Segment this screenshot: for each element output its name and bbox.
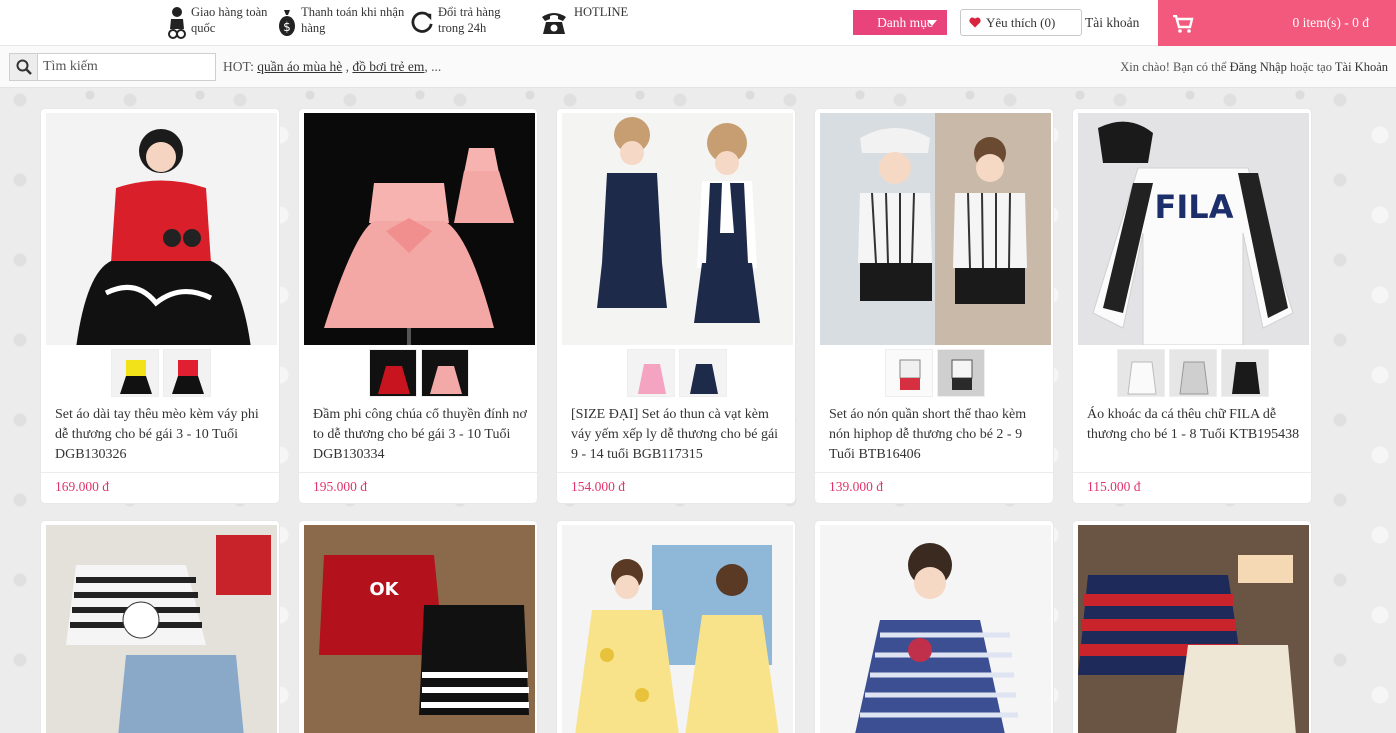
- product-thumbnail[interactable]: [937, 349, 985, 397]
- product-card[interactable]: [SIZE ĐẠI] Set áo thun cà vạt kèm váy yế…: [556, 108, 796, 504]
- wishlist-label: Yêu thích (0): [986, 15, 1056, 30]
- search-box: [9, 53, 216, 81]
- product-image[interactable]: [46, 525, 277, 733]
- product-thumbnails: [557, 349, 795, 399]
- product-card[interactable]: Đầm phi công chúa cổ thuyền đính nơ to d…: [298, 108, 538, 504]
- product-thumbnails: [1073, 349, 1311, 399]
- product-card[interactable]: [556, 520, 796, 733]
- product-image[interactable]: OK: [304, 525, 535, 733]
- product-title[interactable]: Áo khoác da cá thêu chữ FILA dễ thương c…: [1087, 405, 1301, 469]
- greeting: Xin chào! Bạn có thể Đăng Nhập hoặc tạo …: [1120, 60, 1388, 75]
- product-title[interactable]: [SIZE ĐẠI] Set áo thun cà vạt kèm váy yế…: [571, 405, 785, 469]
- product-thumbnail[interactable]: [885, 349, 933, 397]
- card-divider: [815, 472, 1053, 473]
- product-title[interactable]: Set áo dài tay thêu mèo kèm váy phi dễ t…: [55, 405, 269, 469]
- svg-text:$: $: [283, 20, 291, 34]
- category-menu-button[interactable]: Danh mục: [853, 10, 947, 35]
- account-link[interactable]: Tài khoản: [1085, 15, 1139, 31]
- card-divider: [41, 472, 279, 473]
- top-header: Giao hàng toàn quốc $ Thanh toán khi nhậ…: [0, 0, 1396, 46]
- product-title[interactable]: Đầm phi công chúa cổ thuyền đính nơ to d…: [313, 405, 527, 469]
- product-thumbnail[interactable]: [369, 349, 417, 397]
- hotline-label: HOTLINE: [574, 5, 629, 19]
- money-bag-icon: $: [276, 4, 297, 40]
- svg-text:OK: OK: [369, 579, 399, 600]
- search-icon[interactable]: [10, 54, 38, 80]
- cart-button[interactable]: 0 item(s) - 0 đ: [1158, 0, 1396, 46]
- product-image[interactable]: [1078, 525, 1309, 733]
- wishlist-button[interactable]: Yêu thích (0): [960, 9, 1082, 36]
- product-thumbnail[interactable]: [1221, 349, 1269, 397]
- greeting-mid: hoặc tạo: [1289, 60, 1332, 74]
- hot-keywords: HOT: quần áo mùa hè , đồ bơi trẻ em, ...: [223, 59, 442, 74]
- feature-delivery-text: Giao hàng toàn quốc: [191, 5, 268, 35]
- product-thumbnail[interactable]: [421, 349, 469, 397]
- product-card[interactable]: [40, 520, 280, 733]
- product-title[interactable]: Set áo nón quần short thể thao kèm nón h…: [829, 405, 1043, 469]
- product-thumbnails: [299, 349, 537, 399]
- card-divider: [557, 472, 795, 473]
- product-card[interactable]: Set áo dài tay thêu mèo kèm váy phi dễ t…: [40, 108, 280, 504]
- phone-icon: [538, 4, 570, 40]
- feature-hotline: HOTLINE: [538, 4, 648, 40]
- feature-return: Đổi trả hàng trong 24h: [410, 4, 520, 40]
- product-price: 139.000 đ: [829, 479, 883, 494]
- category-menu-label: Danh mục: [877, 15, 933, 30]
- product-card[interactable]: OK: [298, 520, 538, 733]
- hot-label: HOT:: [223, 59, 254, 74]
- product-image[interactable]: [562, 113, 793, 345]
- product-card[interactable]: [1072, 520, 1312, 733]
- greeting-prefix: Xin chào! Bạn có thể: [1120, 60, 1227, 74]
- product-thumbnail[interactable]: [627, 349, 675, 397]
- hot-link-summer[interactable]: quần áo mùa hè: [257, 59, 342, 74]
- cart-icon: [1173, 15, 1194, 33]
- product-thumbnail[interactable]: [1117, 349, 1165, 397]
- feature-delivery: Giao hàng toàn quốc: [167, 4, 277, 40]
- product-card[interactable]: [814, 520, 1054, 733]
- product-thumbnails: [41, 349, 279, 399]
- heart-icon: [969, 17, 981, 28]
- product-image[interactable]: [304, 113, 535, 345]
- search-bar-row: HOT: quần áo mùa hè , đồ bơi trẻ em, ...…: [0, 46, 1396, 88]
- product-thumbnail[interactable]: [679, 349, 727, 397]
- product-image[interactable]: [46, 113, 277, 345]
- product-card[interactable]: FILA Áo khoác da cá thêu chữ FILA dễ thư…: [1072, 108, 1312, 504]
- card-divider: [299, 472, 537, 473]
- product-image[interactable]: FILA: [1078, 113, 1309, 345]
- product-thumbnail[interactable]: [1169, 349, 1217, 397]
- refresh-icon: [410, 4, 434, 40]
- feature-cod: $ Thanh toán khi nhận hàng: [276, 4, 416, 40]
- register-link[interactable]: Tài Khoản: [1335, 60, 1388, 74]
- feature-cod-text: Thanh toán khi nhận hàng: [301, 5, 405, 35]
- hot-more: , ...: [424, 59, 442, 74]
- product-price: 169.000 đ: [55, 479, 109, 494]
- login-link[interactable]: Đăng Nhập: [1230, 60, 1287, 74]
- cart-summary: 0 item(s) - 0 đ: [1292, 15, 1370, 30]
- product-thumbnail[interactable]: [111, 349, 159, 397]
- product-price: 115.000 đ: [1087, 479, 1141, 494]
- product-image[interactable]: [820, 525, 1051, 733]
- hot-link-swimwear[interactable]: đồ bơi trẻ em: [352, 59, 424, 74]
- feature-return-text: Đổi trả hàng trong 24h: [438, 5, 501, 35]
- product-image[interactable]: [562, 525, 793, 733]
- product-image[interactable]: [820, 113, 1051, 345]
- caret-down-icon: [927, 20, 937, 26]
- card-divider: [1073, 472, 1311, 473]
- search-input[interactable]: [43, 57, 211, 77]
- product-thumbnail[interactable]: [163, 349, 211, 397]
- product-price: 195.000 đ: [313, 479, 367, 494]
- product-thumbnails: [815, 349, 1053, 399]
- product-card[interactable]: Set áo nón quần short thể thao kèm nón h…: [814, 108, 1054, 504]
- product-price: 154.000 đ: [571, 479, 625, 494]
- svg-text:FILA: FILA: [1155, 188, 1234, 226]
- delivery-scooter-icon: [167, 4, 187, 40]
